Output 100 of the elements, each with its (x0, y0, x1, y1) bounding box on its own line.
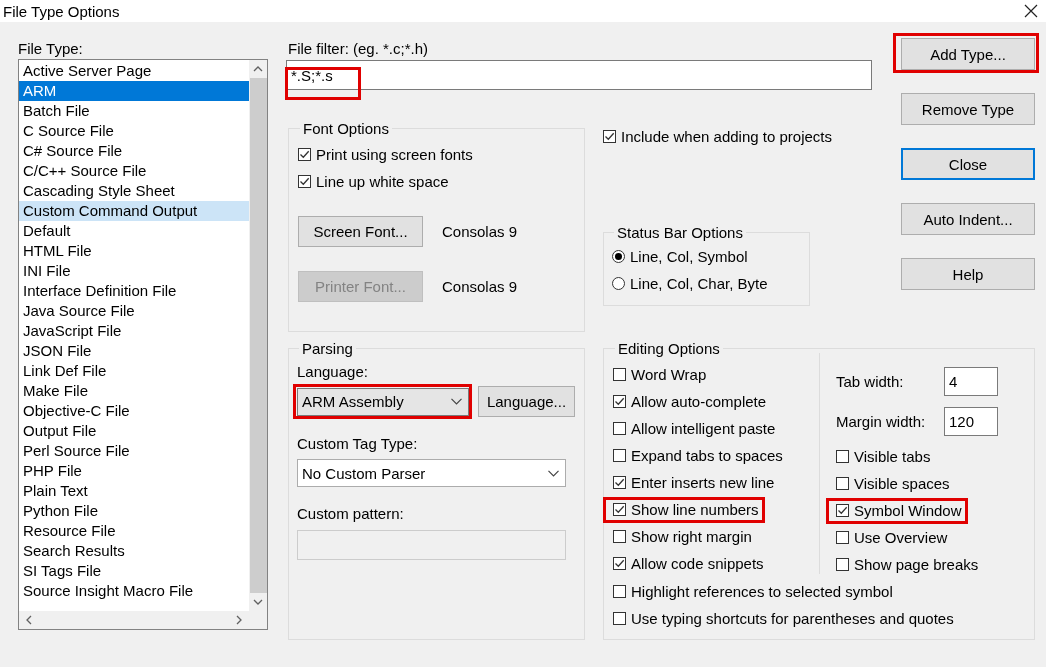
checkbox-label[interactable]: Use Overview (854, 529, 948, 546)
checkbox-label[interactable]: Highlight references to selected symbol (631, 583, 893, 600)
list-item[interactable]: C# Source File (19, 141, 249, 161)
checkbox-label[interactable]: Word Wrap (631, 366, 707, 383)
file-type-list[interactable] (18, 59, 268, 630)
check-icon (837, 505, 848, 516)
field-label: Tab width: (836, 372, 905, 390)
group-title: Parsing (301, 340, 354, 357)
checkbox[interactable] (613, 422, 626, 435)
check-icon (604, 131, 615, 142)
list-item[interactable]: Active Server Page (19, 61, 249, 81)
checkbox-label[interactable]: Include when adding to projects (621, 128, 832, 145)
checkbox-label[interactable]: Visible spaces (854, 475, 950, 492)
checkbox[interactable] (613, 368, 626, 381)
list-item[interactable]: Search Results (19, 541, 249, 561)
list-item[interactable]: Cascading Style Sheet (19, 181, 249, 201)
list-item[interactable]: Make File (19, 381, 249, 401)
list-item[interactable]: Interface Definition File (19, 281, 249, 301)
dialog-button[interactable]: Close (901, 148, 1035, 180)
checkbox-label[interactable]: Show line numbers (631, 501, 759, 518)
list-item[interactable]: C/C++ Source File (19, 161, 249, 181)
list-item[interactable]: Link Def File (19, 361, 249, 381)
checkbox-label[interactable]: Print using screen fonts (316, 146, 473, 163)
close-icon[interactable] (1024, 4, 1038, 18)
list-item[interactable]: JSON File (19, 341, 249, 361)
field-label: Custom pattern: (297, 505, 404, 522)
checkbox-label[interactable]: Allow code snippets (631, 555, 764, 572)
list-item[interactable]: Custom Command Output (19, 201, 249, 221)
checkbox[interactable] (613, 585, 626, 598)
checkbox[interactable] (613, 530, 626, 543)
checkbox[interactable] (836, 450, 849, 463)
checkbox[interactable] (836, 558, 849, 571)
checkbox[interactable] (298, 148, 311, 161)
list-item[interactable]: INI File (19, 261, 249, 281)
horizontal-scrollbar[interactable] (19, 611, 249, 629)
checkbox-label[interactable]: Allow intelligent paste (631, 420, 776, 437)
check-icon (299, 149, 310, 160)
language-button[interactable]: Language... (478, 386, 575, 417)
list-item[interactable]: Batch File (19, 101, 249, 121)
dialog-button[interactable]: Help (901, 258, 1035, 290)
group-title: Font Options (302, 120, 390, 137)
filter-field[interactable]: *.S;*.s (286, 60, 872, 90)
font-name: Consolas 9 (442, 223, 518, 240)
list-item[interactable]: Resource File (19, 521, 249, 541)
checkbox[interactable] (603, 130, 616, 143)
list-item[interactable]: Perl Source File (19, 441, 249, 461)
field-label: Language: (297, 363, 368, 380)
check-icon (614, 558, 625, 569)
checkbox[interactable] (836, 477, 849, 490)
list-item[interactable]: PHP File (19, 461, 249, 481)
radio-button[interactable] (612, 250, 625, 263)
radio-label[interactable]: Line, Col, Symbol (630, 248, 748, 265)
list-item[interactable]: SI Tags File (19, 561, 249, 581)
number-field[interactable]: 4 (944, 366, 998, 396)
checkbox[interactable] (613, 476, 626, 489)
dialog-button[interactable]: Add Type... (901, 38, 1035, 70)
list-item[interactable]: Output File (19, 421, 249, 441)
checkbox-label[interactable]: Expand tabs to spaces (631, 447, 783, 464)
list-item[interactable]: Plain Text (19, 481, 249, 501)
checkbox[interactable] (836, 531, 849, 544)
checkbox-label[interactable]: Show page breaks (854, 556, 979, 573)
window-title: File Type Options (3, 2, 120, 20)
checkbox-label[interactable]: Enter inserts new line (631, 474, 775, 491)
field-label: Margin width: (836, 412, 927, 430)
checkbox-label[interactable]: Allow auto-complete (631, 393, 767, 410)
number-field[interactable]: 120 (944, 406, 998, 436)
checkbox-label[interactable]: Visible tabs (854, 448, 931, 465)
checkbox[interactable] (298, 175, 311, 188)
list-item[interactable]: Objective-C File (19, 401, 249, 421)
checkbox[interactable] (613, 503, 626, 516)
dialog-button[interactable]: Auto Indent... (901, 203, 1035, 235)
checkbox-label[interactable]: Line up white space (316, 173, 449, 190)
dialog-button[interactable]: Remove Type (901, 93, 1035, 125)
language-dropdown[interactable]: ARM Assembly (297, 387, 469, 416)
checkbox[interactable] (836, 504, 849, 517)
list-item[interactable]: Default (19, 221, 249, 241)
tag-type-dropdown[interactable]: No Custom Parser (297, 459, 566, 487)
radio-label[interactable]: Line, Col, Char, Byte (630, 275, 768, 292)
font-name: Consolas 9 (442, 278, 518, 295)
checkbox-label[interactable]: Show right margin (631, 528, 752, 545)
check-icon (614, 396, 625, 407)
list-item[interactable]: C Source File (19, 121, 249, 141)
list-item[interactable]: ARM (19, 81, 249, 101)
radio-button[interactable] (612, 277, 625, 290)
list-item[interactable]: HTML File (19, 241, 249, 261)
checkbox-label[interactable]: Use typing shortcuts for parentheses and quotes (631, 610, 954, 627)
dropdown-caret-icon (451, 398, 462, 405)
checkbox[interactable] (613, 449, 626, 462)
list-item[interactable]: JavaScript File (19, 321, 249, 341)
checkbox-label[interactable]: Symbol Window (854, 502, 962, 519)
font-button[interactable]: Screen Font... (298, 216, 423, 247)
checkbox[interactable] (613, 557, 626, 570)
list-item[interactable]: Source Insight Macro File (19, 581, 249, 601)
group-title: Editing Options (617, 340, 721, 357)
list-item[interactable]: Java Source File (19, 301, 249, 321)
vertical-scrollbar[interactable] (249, 60, 267, 611)
checkbox[interactable] (613, 612, 626, 625)
checkbox[interactable] (613, 395, 626, 408)
group-title: Status Bar Options (616, 224, 744, 241)
list-item[interactable]: Python File (19, 501, 249, 521)
